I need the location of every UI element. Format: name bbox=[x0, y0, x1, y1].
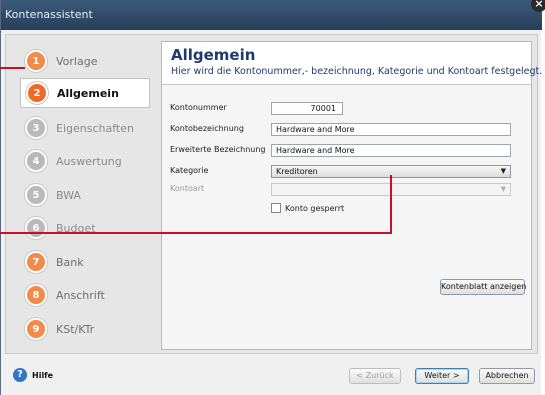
kontobezeichnung-field[interactable]: Hardware and More bbox=[271, 123, 511, 136]
help-icon: ? bbox=[13, 368, 27, 382]
konto-gesperrt-label: Konto gesperrt bbox=[285, 203, 345, 213]
step-allgemein[interactable]: 2 Allgemein bbox=[20, 78, 150, 108]
callout-line bbox=[0, 232, 392, 234]
window-title: Kontenassistent bbox=[5, 8, 93, 21]
step-label: Eigenschaften bbox=[56, 121, 134, 135]
erweiterte-bezeichnung-label: Erweiterte Bezeichnung bbox=[170, 145, 266, 154]
dropdown-arrow-icon: ▼ bbox=[500, 185, 506, 193]
cancel-button[interactable]: Abbrechen bbox=[479, 368, 535, 384]
step-number-badge: 9 bbox=[25, 318, 47, 340]
step-number-badge: 1 bbox=[25, 50, 47, 72]
konto-gesperrt-checkbox[interactable]: Konto gesperrt bbox=[271, 203, 344, 213]
step-bank[interactable]: 7 Bank bbox=[20, 247, 150, 277]
kategorie-label: Kategorie bbox=[170, 166, 209, 175]
callout-line bbox=[0, 67, 25, 69]
dropdown-arrow-icon: ▼ bbox=[500, 167, 506, 175]
step-number-badge: 7 bbox=[25, 251, 47, 273]
kontobezeichnung-label: Kontobezeichnung bbox=[170, 124, 244, 133]
step-label: Allgemein bbox=[57, 86, 119, 100]
page-subtitle: Hier wird die Kontonummer,- bezeichnung,… bbox=[171, 66, 543, 77]
kontonummer-field[interactable]: 70001 bbox=[271, 102, 343, 115]
step-auswertung[interactable]: 4 Auswertung bbox=[20, 146, 150, 176]
steps-sidebar: 1 Vorlage 2 Allgemein 3 Eigenschaften 4 … bbox=[6, 35, 156, 353]
help-button[interactable]: ? Hilfe bbox=[13, 368, 53, 382]
step-label: BWA bbox=[56, 188, 81, 202]
step-number-badge: 4 bbox=[25, 150, 47, 172]
step-number-badge: 2 bbox=[26, 82, 48, 104]
step-label: KSt/KTr bbox=[56, 322, 95, 336]
step-bwa[interactable]: 5 BWA bbox=[20, 180, 150, 210]
wizard-window: Kontenassistent × 1 Vorlage 2 Allgemein … bbox=[0, 0, 545, 395]
step-number-badge: 8 bbox=[25, 284, 47, 306]
wizard-body: 1 Vorlage 2 Allgemein 3 Eigenschaften 4 … bbox=[5, 34, 542, 354]
content-panel: Allgemein Hier wird die Kontonummer,- be… bbox=[161, 41, 542, 350]
checkbox-box[interactable] bbox=[271, 203, 281, 213]
kontonummer-label: Kontonummer bbox=[170, 103, 227, 112]
step-number-badge: 5 bbox=[25, 184, 47, 206]
help-label: Hilfe bbox=[32, 370, 54, 380]
step-label: Bank bbox=[56, 255, 84, 269]
step-label: Auswertung bbox=[56, 154, 122, 168]
step-label: Anschrift bbox=[56, 288, 105, 302]
title-bar: Kontenassistent bbox=[1, 0, 542, 30]
wizard-footer: ? Hilfe < Zurück Weiter > Abbrechen bbox=[1, 358, 542, 395]
step-number-badge: 6 bbox=[25, 217, 47, 239]
kategorie-value: Kreditoren bbox=[276, 167, 318, 176]
close-icon[interactable]: × bbox=[531, 0, 545, 12]
kontenblatt-anzeigen-button[interactable]: Kontenblatt anzeigen bbox=[440, 279, 526, 295]
step-number-badge: 3 bbox=[25, 117, 47, 139]
step-kst-ktr[interactable]: 9 KSt/KTr bbox=[20, 314, 150, 344]
back-button[interactable]: < Zurück bbox=[349, 368, 401, 384]
step-vorlage[interactable]: 1 Vorlage bbox=[20, 46, 150, 76]
callout-line bbox=[390, 175, 392, 234]
step-eigenschaften[interactable]: 3 Eigenschaften bbox=[20, 113, 150, 143]
step-label: Vorlage bbox=[56, 54, 98, 68]
step-budget[interactable]: 6 Budget bbox=[20, 213, 150, 243]
next-button[interactable]: Weiter > bbox=[415, 368, 469, 384]
panel-header: Allgemein Hier wird die Kontonummer,- be… bbox=[162, 42, 542, 85]
kontoart-label: Kontoart bbox=[170, 184, 205, 193]
erweiterte-bezeichnung-field[interactable]: Hardware and More bbox=[271, 144, 511, 157]
step-anschrift[interactable]: 8 Anschrift bbox=[20, 280, 150, 310]
page-title: Allgemein bbox=[171, 46, 256, 64]
